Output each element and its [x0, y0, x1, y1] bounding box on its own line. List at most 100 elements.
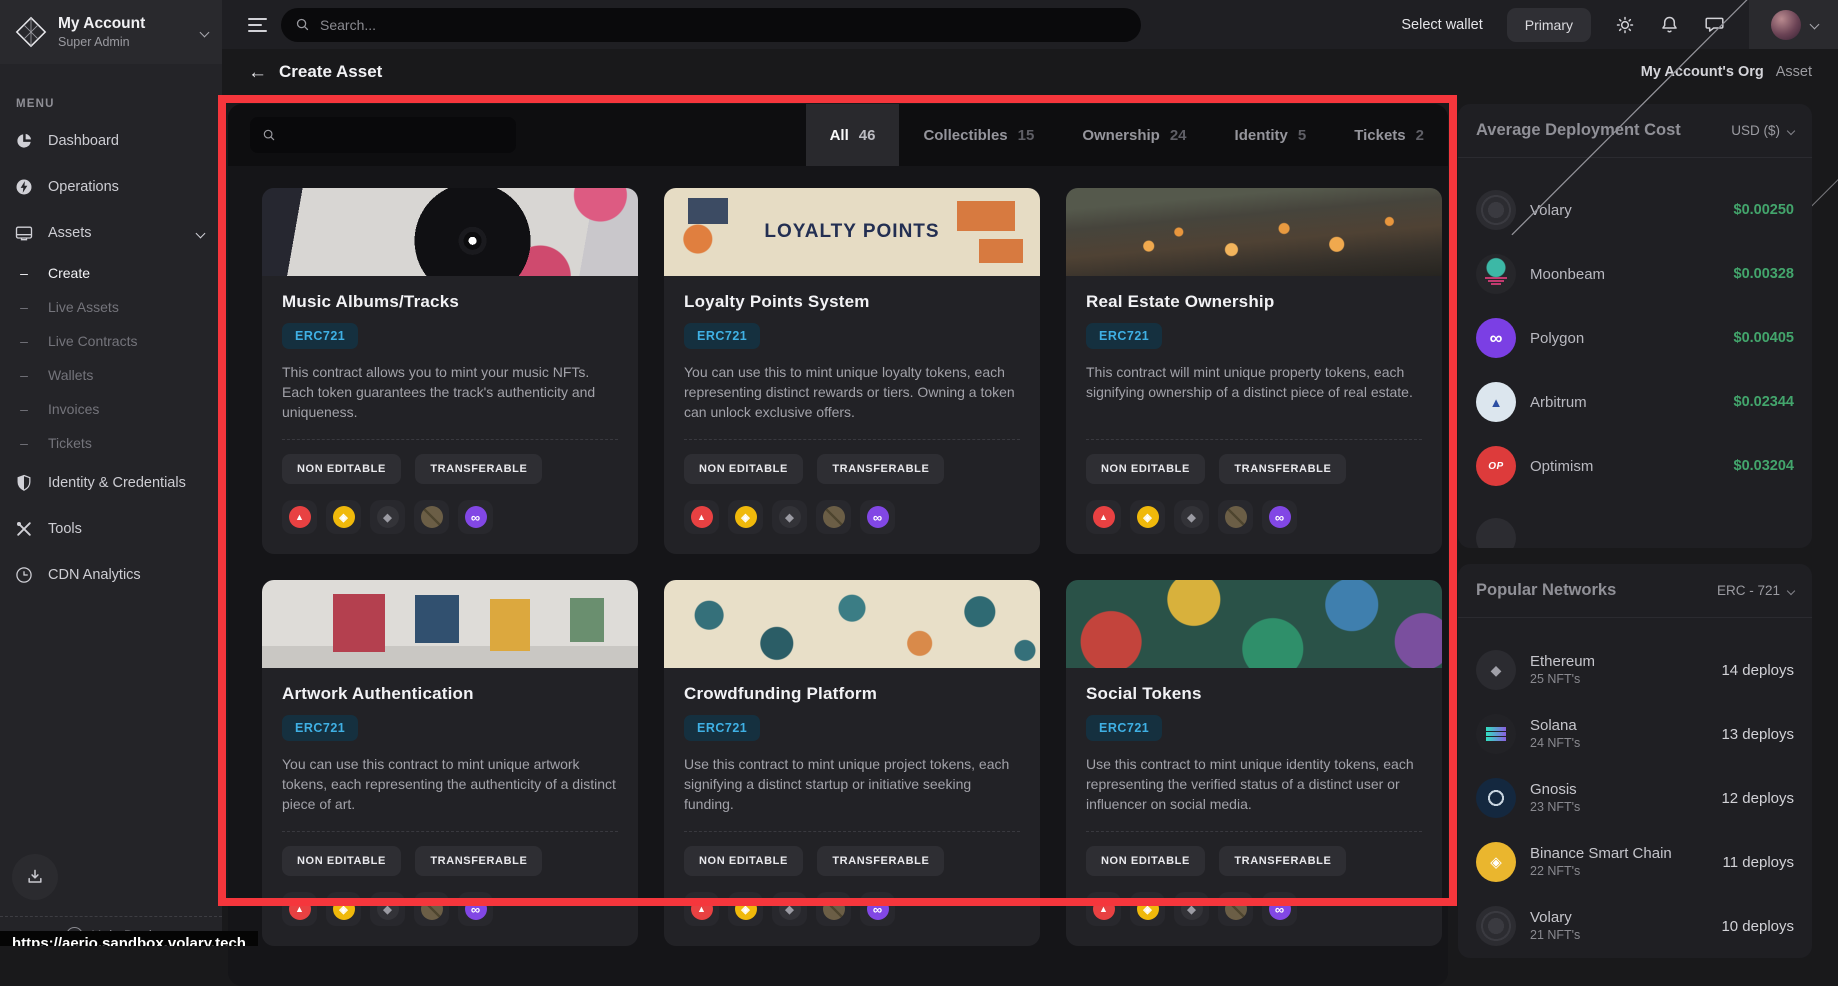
- sidebar-item-identity-credentials[interactable]: Identity & Credentials: [0, 460, 222, 506]
- binance-icon: [735, 506, 757, 528]
- dashed-divider: [684, 439, 1020, 440]
- polygon-network-button[interactable]: [1262, 500, 1297, 534]
- card-chips: NON EDITABLE TRANSFERABLE: [282, 846, 618, 876]
- binance-network-button[interactable]: [728, 892, 763, 926]
- hamburger-menu-icon[interactable]: [248, 18, 267, 32]
- sidebar-item-tools[interactable]: Tools: [0, 506, 222, 552]
- avalanche-network-button[interactable]: [282, 892, 317, 926]
- binance-network-button[interactable]: [728, 500, 763, 534]
- binance-network-button[interactable]: [1130, 892, 1165, 926]
- sidebar-item-invoices[interactable]: – Invoices: [0, 392, 222, 426]
- category-tab[interactable]: Collectibles 15: [899, 104, 1058, 166]
- ethereum-network-button[interactable]: [772, 892, 807, 926]
- category-tab[interactable]: Ownership 24: [1058, 104, 1210, 166]
- sidebar-item-create[interactable]: – Create: [0, 256, 222, 290]
- avalanche-network-button[interactable]: [1086, 500, 1121, 534]
- template-search-input[interactable]: [286, 127, 504, 143]
- panel-title: Popular Networks: [1476, 581, 1616, 600]
- binance-network-button[interactable]: [326, 892, 361, 926]
- global-search[interactable]: [281, 8, 1141, 42]
- analytics-clock-icon: [14, 565, 34, 585]
- download-button[interactable]: [12, 854, 58, 900]
- currency-select[interactable]: USD ($): [1731, 123, 1794, 138]
- card-title: Loyalty Points System: [684, 292, 1020, 312]
- avalanche-network-button[interactable]: [282, 500, 317, 534]
- template-search[interactable]: [250, 117, 516, 153]
- sidebar-item-dashboard[interactable]: Dashboard: [0, 118, 222, 164]
- erc721-badge: ERC721: [684, 323, 760, 349]
- klaytn-network-button[interactable]: [1218, 892, 1253, 926]
- card-image-text: [1066, 188, 1442, 276]
- asset-template-card[interactable]: Crowdfunding Platform ERC721 Use this co…: [664, 580, 1040, 946]
- back-button[interactable]: ←: [248, 63, 267, 82]
- ethereum-network-button[interactable]: [1174, 500, 1209, 534]
- ethereum-network-button[interactable]: [370, 892, 405, 926]
- asset-template-card[interactable]: Social Tokens ERC721 Use this contract t…: [1066, 580, 1442, 946]
- klaytn-network-button[interactable]: [1218, 500, 1253, 534]
- primary-wallet-button[interactable]: Primary: [1507, 8, 1591, 42]
- polygon-network-button[interactable]: [458, 892, 493, 926]
- avalanche-network-button[interactable]: [684, 500, 719, 534]
- avalanche-icon: [289, 506, 311, 528]
- binance-network-button[interactable]: [1130, 500, 1165, 534]
- avalanche-icon: [1093, 898, 1115, 920]
- global-search-input[interactable]: [320, 17, 1127, 33]
- standard-select[interactable]: ERC - 721: [1717, 583, 1794, 598]
- sidebar-item-live-assets[interactable]: – Live Assets: [0, 290, 222, 324]
- avalanche-network-button[interactable]: [1086, 892, 1121, 926]
- polygon-network-button[interactable]: [860, 892, 895, 926]
- avatar: [1771, 10, 1801, 40]
- account-switcher[interactable]: My Account Super Admin: [0, 0, 222, 64]
- erc721-badge: ERC721: [684, 715, 760, 741]
- sidebar-item-assets[interactable]: Assets: [0, 210, 222, 256]
- theme-toggle-button[interactable]: [1615, 15, 1635, 35]
- category-tab[interactable]: Identity 5: [1211, 104, 1331, 166]
- sidebar-item-live-contracts[interactable]: – Live Contracts: [0, 324, 222, 358]
- popular-networks-panel: Popular Networks ERC - 721 Ethereum 25 N…: [1458, 564, 1812, 958]
- standard-value: ERC - 721: [1717, 583, 1780, 598]
- network-nfts: 23 NFT's: [1530, 800, 1580, 814]
- sidebar-nav: Dashboard Operations Assets – Create – L…: [0, 118, 222, 598]
- polygon-network-button[interactable]: [860, 500, 895, 534]
- asset-template-card[interactable]: Artwork Authentication ERC721 You can us…: [262, 580, 638, 946]
- polygon-network-button[interactable]: [1262, 892, 1297, 926]
- bullet: –: [14, 299, 34, 315]
- network-cost: $0.02344: [1734, 394, 1794, 410]
- ethereum-network-button[interactable]: [370, 500, 405, 534]
- page-header: ← Create Asset My Account's Org Asset: [222, 49, 1838, 95]
- binance-icon: [735, 898, 757, 920]
- card-description: This contract will mint unique property …: [1086, 363, 1422, 423]
- binance-network-button[interactable]: [326, 500, 361, 534]
- bell-icon: [1659, 14, 1680, 35]
- category-tab[interactable]: Tickets 2: [1330, 104, 1448, 166]
- klaytn-network-button[interactable]: [816, 500, 851, 534]
- ethereum-network-button[interactable]: [1174, 892, 1209, 926]
- notifications-button[interactable]: [1659, 14, 1680, 35]
- klaytn-network-button[interactable]: [414, 500, 449, 534]
- profile-menu[interactable]: [1749, 0, 1838, 49]
- sidebar-item-cdn-analytics[interactable]: CDN Analytics: [0, 552, 222, 598]
- sidebar-item-tickets[interactable]: – Tickets: [0, 426, 222, 460]
- asset-template-card[interactable]: LOYALTY POINTS Loyalty Points System ERC…: [664, 188, 1040, 554]
- network-icons-row: [282, 892, 618, 926]
- category-tab[interactable]: All 46: [806, 104, 900, 166]
- select-wallet-label[interactable]: Select wallet: [1401, 17, 1482, 33]
- cost-row: Moonbeam $0.00328: [1476, 242, 1794, 306]
- ethereum-network-button[interactable]: [772, 500, 807, 534]
- asset-template-card[interactable]: Music Albums/Tracks ERC721 This contract…: [262, 188, 638, 554]
- chevron-down-icon: [1787, 586, 1795, 594]
- binance-icon: [1137, 506, 1159, 528]
- klaytn-network-button[interactable]: [414, 892, 449, 926]
- sidebar-item-operations[interactable]: Operations: [0, 164, 222, 210]
- sidebar-item-label: Dashboard: [48, 133, 119, 149]
- panel-title: Average Deployment Cost: [1476, 121, 1681, 140]
- tab-count: 2: [1416, 127, 1424, 144]
- network-name: Ethereum: [1530, 653, 1707, 670]
- network-name: Solana: [1530, 717, 1707, 734]
- avalanche-network-button[interactable]: [684, 892, 719, 926]
- klaytn-network-button[interactable]: [816, 892, 851, 926]
- sidebar-item-wallets[interactable]: – Wallets: [0, 358, 222, 392]
- card-description: Use this contract to mint unique project…: [684, 755, 1020, 815]
- asset-template-card[interactable]: Real Estate Ownership ERC721 This contra…: [1066, 188, 1442, 554]
- polygon-network-button[interactable]: [458, 500, 493, 534]
